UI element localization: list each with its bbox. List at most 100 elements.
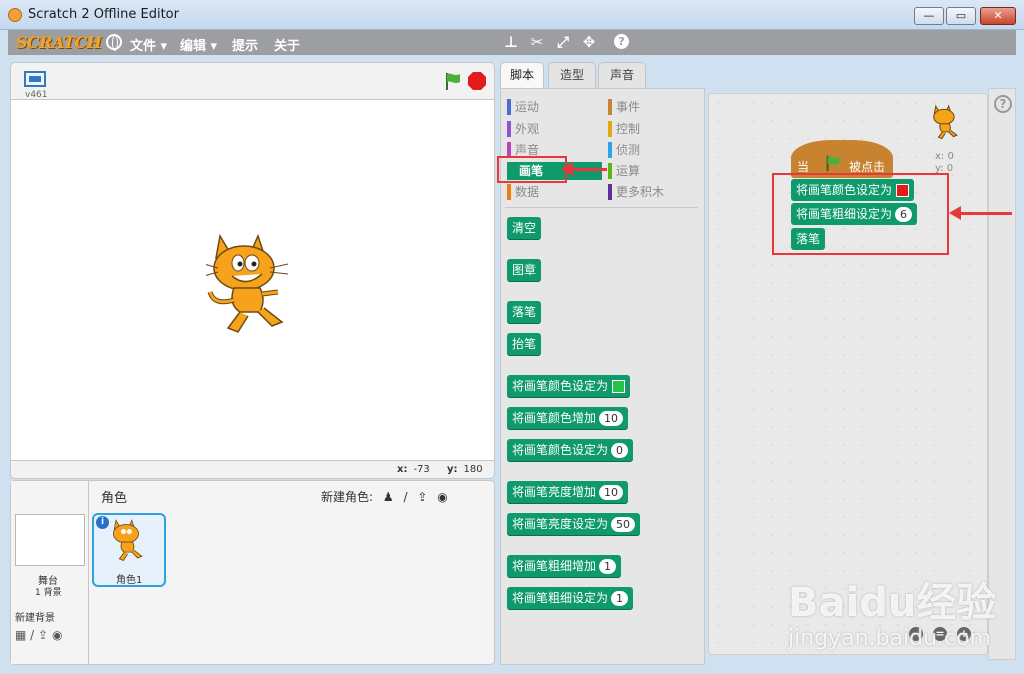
number-input[interactable]: 1 [611, 591, 629, 606]
category-control[interactable]: 控制 [608, 120, 640, 138]
new-backdrop-tools: ▦ / ⇪ ◉ [15, 628, 62, 642]
scratch-cat-sprite[interactable] [206, 228, 306, 338]
block-label: 将画笔颜色增加 [512, 411, 597, 425]
number-input[interactable]: 50 [611, 517, 636, 532]
new-sprite-label: 新建角色: ♟ / ⇪ ◉ [321, 488, 448, 505]
category-looks[interactable]: 外观 [507, 120, 539, 138]
paint-backdrop-icon[interactable]: ▦ [15, 628, 26, 642]
block-clear[interactable]: 清空 [507, 217, 542, 239]
language-globe-icon[interactable] [106, 34, 122, 51]
x-value: -73 [413, 464, 430, 475]
menu-edit[interactable]: 编辑 ▾ [180, 35, 217, 54]
annotation-arrowhead-pen [561, 162, 573, 176]
new-sprite-text: 新建角色: [321, 490, 374, 504]
tab-costumes[interactable]: 造型 [548, 62, 596, 88]
number-input[interactable]: 0 [611, 443, 629, 458]
block-label: 将画笔颜色设定为 [512, 443, 609, 457]
category-more-blocks[interactable]: 更多积木 [608, 183, 664, 201]
category-data[interactable]: 数据 [507, 183, 539, 201]
new-backdrop-label: 新建背景 [15, 613, 55, 624]
number-input[interactable]: 10 [599, 411, 624, 426]
grow-icon[interactable]: ⤢ [554, 33, 572, 51]
stage-selector[interactable]: 舞台 1 背景 新建背景 ▦ / ⇪ ◉ [11, 481, 89, 664]
sprite-tile[interactable]: i 角色1 [92, 513, 166, 587]
help-icon[interactable]: ? [994, 95, 1012, 113]
sprite-panel: 舞台 1 背景 新建背景 ▦ / ⇪ ◉ 角色 新建角色: ♟ / ⇪ ◉ i … [10, 480, 495, 665]
menu-about[interactable]: 关于 [274, 35, 300, 54]
sprite-x: x: 0 [935, 151, 954, 162]
block-stamp[interactable]: 图章 [507, 259, 542, 281]
menu-bar: SCRATCH 文件 ▾ 编辑 ▾ 提示 关于 ⊥ ✂ ⤢ ✥ ? [8, 30, 1016, 55]
window-title: Scratch 2 Offline Editor [28, 7, 179, 22]
block-label: 将画笔颜色设定为 [512, 379, 609, 393]
sprites-header: 角色 [101, 491, 128, 506]
category-operators[interactable]: 运算 [608, 162, 640, 180]
block-change-pen-shade[interactable]: 将画笔亮度增加 10 [507, 481, 629, 503]
annotation-pen-category-box [497, 156, 567, 183]
block-pen-down[interactable]: 落笔 [507, 301, 542, 323]
stage-backdrop-count: 1 背景 [35, 588, 62, 598]
duplicate-stamp-icon[interactable]: ⊥ [502, 33, 520, 51]
block-set-pen-color-swatch[interactable]: 将画笔颜色设定为 [507, 375, 631, 397]
block-label: 将画笔粗细设定为 [512, 591, 609, 605]
upload-sprite-icon[interactable]: ⇪ [417, 490, 427, 504]
block-label: 将画笔亮度增加 [512, 485, 597, 499]
green-flag-icon[interactable] [443, 71, 463, 91]
camera-sprite-icon[interactable]: ◉ [437, 490, 447, 504]
editor-tabs: 脚本 造型 声音 [500, 62, 710, 89]
minimize-button[interactable]: — [914, 7, 944, 25]
stage-panel: v461 x: -73 y: 180 [10, 62, 495, 479]
annotation-script-box [772, 173, 949, 255]
annotation-arrow-script [958, 212, 1012, 215]
stage-canvas[interactable] [11, 99, 494, 461]
block-change-pen-size[interactable]: 将画笔粗细增加 1 [507, 555, 622, 577]
block-label: 图章 [512, 263, 537, 277]
block-label: 抬笔 [512, 337, 537, 351]
block-set-pen-shade[interactable]: 将画笔亮度设定为 50 [507, 513, 641, 535]
block-change-pen-color[interactable]: 将画笔颜色增加 10 [507, 407, 629, 429]
tab-scripts[interactable]: 脚本 [500, 62, 544, 89]
window-titlebar: Scratch 2 Offline Editor — ▭ ✕ [0, 0, 1024, 30]
stop-sign-icon[interactable] [467, 71, 487, 91]
sprite-library-icon[interactable]: ♟ [383, 490, 394, 504]
shrink-icon[interactable]: ✥ [580, 33, 598, 51]
block-label: 将画笔亮度设定为 [512, 517, 609, 531]
block-help-icon[interactable]: ? [614, 34, 629, 49]
scratch-logo: SCRATCH [16, 33, 102, 52]
block-label: 将画笔粗细增加 [512, 559, 597, 573]
current-sprite-cat-icon [933, 104, 958, 140]
category-events[interactable]: 事件 [608, 98, 640, 116]
upload-backdrop-icon[interactable]: ⇪ [38, 628, 48, 642]
x-label: x: [397, 464, 408, 475]
brush-backdrop-icon[interactable]: / [30, 628, 34, 642]
menu-tips[interactable]: 提示 [232, 35, 258, 54]
number-input[interactable]: 10 [599, 485, 624, 500]
category-motion[interactable]: 运动 [507, 98, 539, 116]
block-pen-up[interactable]: 抬笔 [507, 333, 542, 355]
color-swatch[interactable] [612, 380, 626, 393]
presentation-mode-icon[interactable] [24, 71, 46, 87]
watermark-url: jingyan.baidu.com [788, 626, 992, 651]
y-value: 180 [463, 464, 483, 475]
menu-file[interactable]: 文件 ▾ [130, 35, 167, 54]
stage-thumbnail[interactable] [15, 514, 85, 566]
sprite-name: 角色1 [116, 575, 143, 586]
palette-divider [505, 207, 698, 208]
y-label: y: [446, 464, 458, 475]
paint-sprite-icon[interactable]: / [403, 490, 407, 504]
camera-backdrop-icon[interactable]: ◉ [52, 628, 62, 642]
maximize-button[interactable]: ▭ [946, 7, 976, 25]
block-label: 落笔 [512, 305, 537, 319]
number-input[interactable]: 1 [599, 559, 617, 574]
mouse-coordinates: x: -73 y: 180 [397, 464, 483, 475]
tab-sounds[interactable]: 声音 [598, 62, 646, 88]
block-set-pen-color-value[interactable]: 将画笔颜色设定为 0 [507, 439, 634, 461]
close-button[interactable]: ✕ [980, 7, 1016, 25]
category-sensing[interactable]: 侦测 [608, 141, 640, 159]
green-flag-icon [826, 155, 840, 172]
baidu-watermark: Baidu经验 [788, 580, 997, 626]
delete-scissors-icon[interactable]: ✂ [528, 33, 546, 51]
block-set-pen-size[interactable]: 将画笔粗细设定为 1 [507, 587, 634, 609]
sprite-thumbnail-cat [113, 519, 143, 562]
annotation-arrowhead-script [949, 206, 961, 220]
